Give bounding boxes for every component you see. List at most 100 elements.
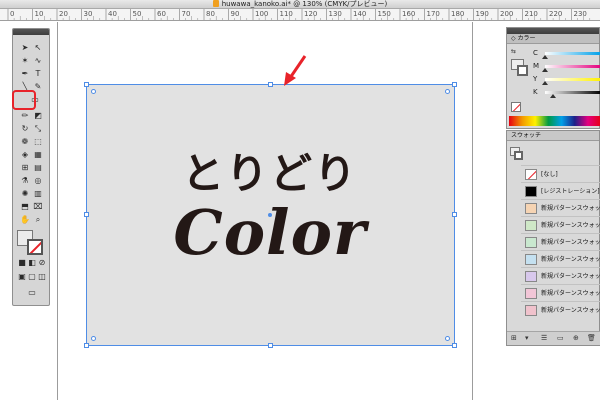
ruler-tick-label: 0 xyxy=(10,10,14,18)
slider-yellow[interactable]: Y xyxy=(533,74,600,85)
eraser-tool-icon[interactable]: ◩ xyxy=(33,111,43,121)
handle-top-right[interactable] xyxy=(452,82,457,87)
direct-selection-tool-icon[interactable]: ↖ xyxy=(33,43,43,53)
handle-middle-left[interactable] xyxy=(84,212,89,217)
tools-panel[interactable]: ➤ ↖ ✶ ∿ ✒ T ╲ ✎ ▭ ✏ ◩ ↻ ⤡ ❁ ⬚ ◈ ▦ ⊞ ▤ ⚗ … xyxy=(12,28,50,306)
none-color-button[interactable] xyxy=(511,102,521,112)
slider-yellow-thumb[interactable] xyxy=(542,81,548,85)
swatch-chip xyxy=(525,288,537,299)
swatch-item[interactable]: 新規パターンスウォッチ xyxy=(521,199,600,216)
eyedropper-tool-icon[interactable]: ⚗ xyxy=(20,176,30,186)
color-panel[interactable]: ◇ カラー ⇆ C M Y K xyxy=(506,27,600,129)
draw-inside-icon[interactable]: ◫ xyxy=(37,272,47,282)
swatch-item[interactable]: 新規パターンスウォッチ xyxy=(521,216,600,233)
slider-black-label: K xyxy=(533,88,538,96)
lasso-tool-icon[interactable]: ∿ xyxy=(33,56,43,66)
artboard-left-edge xyxy=(57,22,58,400)
perspective-tool-icon[interactable]: ▦ xyxy=(33,150,43,160)
selection-tool-icon[interactable]: ➤ xyxy=(20,43,30,53)
artwork-color-text: Color xyxy=(173,196,367,269)
window-title-bar: huwawa_kanoko.ai* @ 130% (CMYK/プレビュー) xyxy=(0,0,600,9)
swatch-item[interactable]: [なし] xyxy=(521,165,600,182)
swatch-chip xyxy=(525,237,537,248)
gradient-tool-icon[interactable]: ▤ xyxy=(33,163,43,173)
draw-normal-icon[interactable]: ▣ xyxy=(17,272,27,282)
none-mode-icon[interactable]: ⊘ xyxy=(37,258,47,268)
slider-magenta-thumb[interactable] xyxy=(542,68,548,72)
free-transform-tool-icon[interactable]: ⬚ xyxy=(33,137,43,147)
slider-yellow-label: Y xyxy=(533,75,538,83)
handle-bottom-right[interactable] xyxy=(452,343,457,348)
slider-magenta-track[interactable] xyxy=(545,65,600,68)
color-stroke-preview[interactable] xyxy=(517,65,528,76)
corner-widget-top-right[interactable] xyxy=(445,89,450,94)
corner-widget-bottom-right[interactable] xyxy=(445,336,450,341)
slider-cyan-track[interactable] xyxy=(545,52,600,55)
corner-widget-top-left[interactable] xyxy=(91,89,96,94)
color-panel-tab[interactable]: ◇ カラー xyxy=(507,34,599,44)
tools-panel-grip[interactable] xyxy=(13,29,49,35)
slice-tool-icon[interactable]: ⌧ xyxy=(33,202,43,212)
type-tool-icon[interactable]: T xyxy=(33,69,43,79)
magic-wand-tool-icon[interactable]: ✶ xyxy=(20,56,30,66)
swatch-chip xyxy=(525,254,537,265)
zoom-tool-icon[interactable]: ⌕ xyxy=(33,215,43,225)
warp-tool-icon[interactable]: ❁ xyxy=(20,137,30,147)
swatch-name: 新規パターンスウォッチ xyxy=(541,256,600,263)
swatch-options-icon[interactable]: ☰ xyxy=(541,334,547,342)
draw-behind-icon[interactable]: ▢ xyxy=(27,272,37,282)
swatch-panel[interactable]: スウォッチ [なし] [レジストレーション] 新規パターンスウォッチ新規パターンスウ… xyxy=(506,130,600,346)
color-spectrum-bar[interactable] xyxy=(509,116,600,126)
new-color-group-icon[interactable]: ▭ xyxy=(557,334,564,342)
hand-tool-icon[interactable]: ✋ xyxy=(20,215,30,225)
scale-tool-icon[interactable]: ⤡ xyxy=(33,124,43,134)
ruler-tick-label: 90 xyxy=(231,10,240,18)
pencil-tool-icon[interactable]: ✏ xyxy=(20,111,30,121)
slider-black-thumb[interactable] xyxy=(550,94,557,98)
gradient-mode-icon[interactable]: ◧ xyxy=(27,258,37,268)
symbol-sprayer-tool-icon[interactable]: ✺ xyxy=(20,189,30,199)
blend-tool-icon[interactable]: ◎ xyxy=(33,176,43,186)
swatch-library-icon[interactable]: ⊞ xyxy=(511,334,517,342)
graph-tool-icon[interactable]: ▥ xyxy=(33,189,43,199)
swatch-chip xyxy=(525,305,537,316)
panel-option-icon[interactable]: ⇆ xyxy=(511,48,520,56)
handle-middle-right[interactable] xyxy=(452,212,457,217)
handle-bottom-left[interactable] xyxy=(84,343,89,348)
slider-magenta[interactable]: M xyxy=(533,61,600,72)
swatch-stroke-preview[interactable] xyxy=(514,151,523,160)
slider-cyan-thumb[interactable] xyxy=(542,55,548,59)
swatch-item[interactable]: 新規パターンスウォッチ xyxy=(521,284,600,301)
swatch-panel-tab[interactable]: スウォッチ xyxy=(507,131,599,141)
swatch-kind-icon[interactable]: ▾ xyxy=(525,334,529,342)
handle-bottom-center[interactable] xyxy=(268,343,273,348)
ruler-tick-label: 80 xyxy=(206,10,215,18)
color-mode-icon[interactable]: ■ xyxy=(17,258,27,268)
new-swatch-icon[interactable]: ⊕ xyxy=(573,334,579,342)
screen-mode-icon[interactable]: ▭ xyxy=(25,288,39,298)
ruler-tick-label: 200 xyxy=(500,10,513,18)
handle-top-center[interactable] xyxy=(268,82,273,87)
slider-black[interactable]: K xyxy=(533,87,600,98)
pen-tool-icon[interactable]: ✒ xyxy=(20,69,30,79)
artboard-tool-icon[interactable]: ⬒ xyxy=(20,202,30,212)
swatch-item[interactable]: 新規パターンスウォッチ xyxy=(521,250,600,267)
swatch-item[interactable]: [レジストレーション] xyxy=(521,182,600,199)
mesh-tool-icon[interactable]: ⊞ xyxy=(20,163,30,173)
swatch-item[interactable]: 新規パターンスウォッチ xyxy=(521,267,600,284)
ruler-tick-label: 130 xyxy=(329,10,342,18)
swatch-item[interactable]: 新規パターンスウォッチ xyxy=(521,301,600,318)
swatch-chip xyxy=(525,186,537,197)
corner-widget-bottom-left[interactable] xyxy=(91,336,96,341)
shape-builder-tool-icon[interactable]: ◈ xyxy=(20,150,30,160)
handle-top-left[interactable] xyxy=(84,82,89,87)
slider-yellow-track[interactable] xyxy=(545,78,600,81)
ruler-tick-label: 210 xyxy=(525,10,538,18)
delete-swatch-icon[interactable]: 🗑 xyxy=(587,334,596,342)
rotate-tool-icon[interactable]: ↻ xyxy=(20,124,30,134)
slider-cyan[interactable]: C xyxy=(533,48,600,59)
horizontal-ruler[interactable]: 0 10 20 30 40 50 60 70 80 90 100 110 120 130 140 150 160… xyxy=(0,9,600,21)
swatch-item[interactable]: 新規パターンスウォッチ xyxy=(521,233,600,250)
stroke-color-swatch[interactable] xyxy=(27,239,43,255)
ruler-tick-label: 110 xyxy=(280,10,293,18)
